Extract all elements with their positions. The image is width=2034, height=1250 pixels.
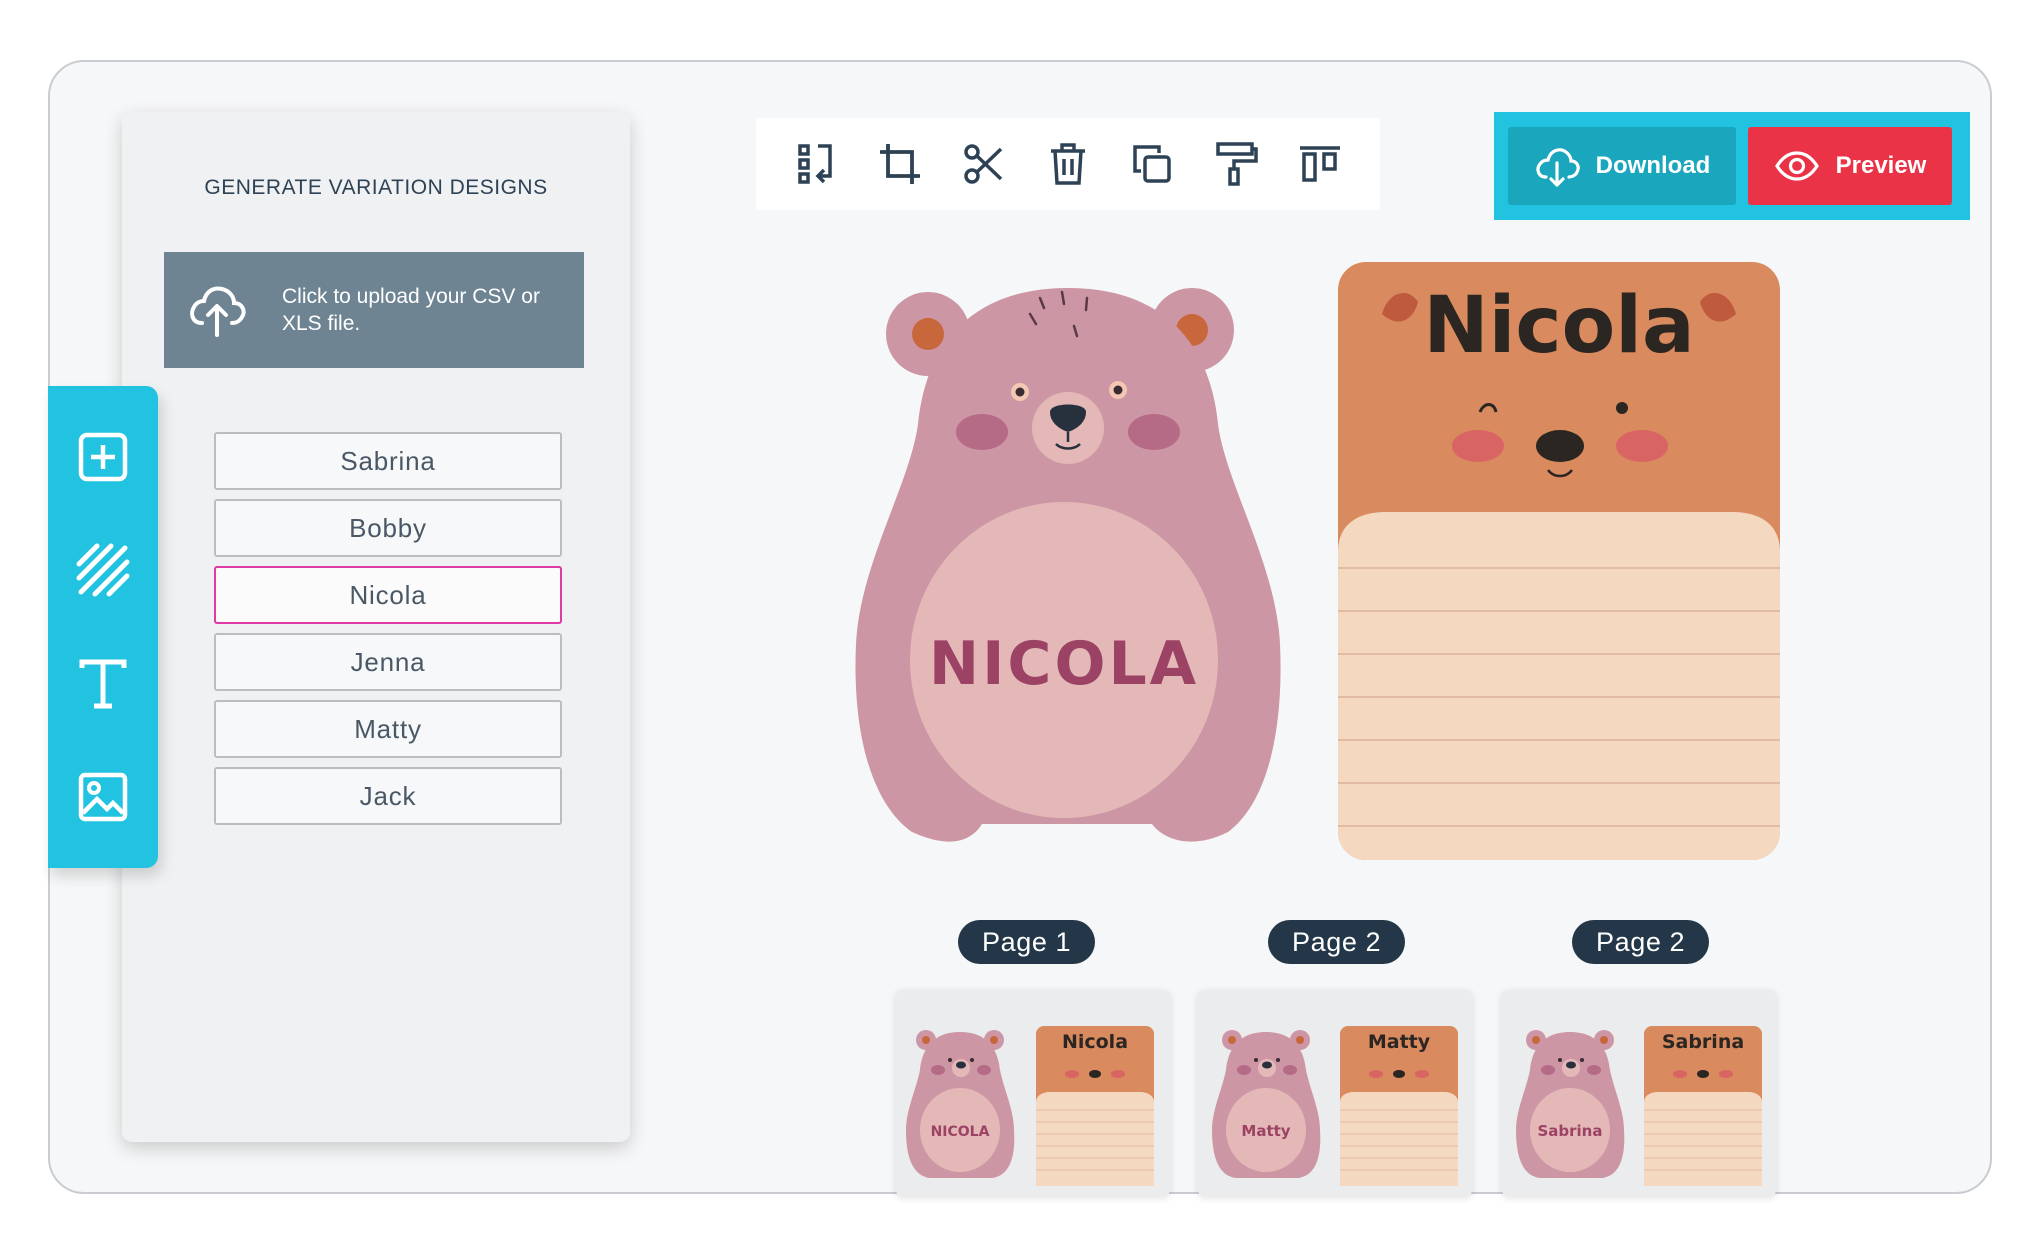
thumb-1-bear-name: NICOLA [931,1124,990,1140]
panel-title: GENERATE VARIATION DESIGNS [204,176,548,199]
variation-panel: GENERATE VARIATION DESIGNS Click to uplo… [122,112,630,1142]
format-painter-icon [1216,142,1258,186]
swap-icon [798,144,832,184]
name-item-jenna[interactable]: Jenna [214,633,562,691]
note-card[interactable]: Nicola [1338,262,1780,860]
crop-button[interactable] [872,136,928,192]
duplicate-icon [1133,145,1171,183]
scissors-icon [964,144,1003,184]
note-paper [1338,512,1780,860]
swap-button[interactable] [788,136,844,192]
edit-toolbar [756,118,1380,210]
cloud-download-icon [1536,148,1580,187]
thumb-2-bear-name: Matty [1241,1122,1290,1140]
name-item-jack[interactable]: Jack [214,767,562,825]
add-element-icon [78,432,128,481]
duplicate-button[interactable] [1124,136,1180,192]
action-bar: Download Preview [1494,112,1970,220]
page-thumbnail-3[interactable]: Sabrina Sabrina [1502,990,1776,1196]
page-label-3[interactable]: Page 2 [1572,920,1710,964]
add-element-tool[interactable] [71,425,135,489]
align-button[interactable] [1292,136,1348,192]
cloud-upload-icon [190,286,246,337]
tool-rail [48,386,158,868]
name-item-matty[interactable]: Matty [214,700,562,758]
eye-icon [1774,151,1819,181]
name-item-nicola[interactable]: Nicola [214,566,562,624]
note-name-text[interactable]: Nicola [1423,281,1694,371]
upload-text: Click to upload your CSV or XLS file. [282,285,540,335]
crop-icon [880,144,920,184]
download-label: Download [1595,152,1711,179]
image-icon [78,773,128,822]
page-label-1[interactable]: Page 1 [958,920,1096,964]
thumb-1-note-name: Nicola [1062,1031,1128,1053]
page-thumbnail-2[interactable]: Matty Matty [1198,990,1472,1196]
image-tool[interactable] [71,765,135,829]
bear-card[interactable]: NICOLA [852,284,1284,846]
page-label-2[interactable]: Page 2 [1268,920,1406,964]
pattern-tool[interactable] [71,538,135,602]
trash-icon [1051,143,1085,185]
thumb-3-bear-name: Sabrina [1537,1122,1602,1140]
page-thumbnail-1[interactable]: NICOLA Nicola [896,990,1170,1196]
upload-file-button[interactable]: Click to upload your CSV or XLS file. [164,252,584,368]
format-painter-button[interactable] [1208,136,1264,192]
name-item-bobby[interactable]: Bobby [214,499,562,557]
bear-name-text[interactable]: NICOLA [929,629,1199,699]
name-item-sabrina[interactable]: Sabrina [214,432,562,490]
pattern-icon [76,543,130,597]
name-list: Sabrina Bobby Nicola Jenna Matty Jack [214,432,562,834]
text-icon [79,659,127,709]
text-tool[interactable] [71,652,135,716]
cut-button[interactable] [956,136,1012,192]
download-button[interactable]: Download [1508,127,1736,205]
delete-button[interactable] [1040,136,1096,192]
align-icon [1300,146,1340,182]
preview-button[interactable]: Preview [1748,127,1952,205]
thumb-3-note-name: Sabrina [1662,1031,1744,1053]
preview-label: Preview [1835,152,1927,179]
thumb-2-note-name: Matty [1368,1031,1431,1053]
